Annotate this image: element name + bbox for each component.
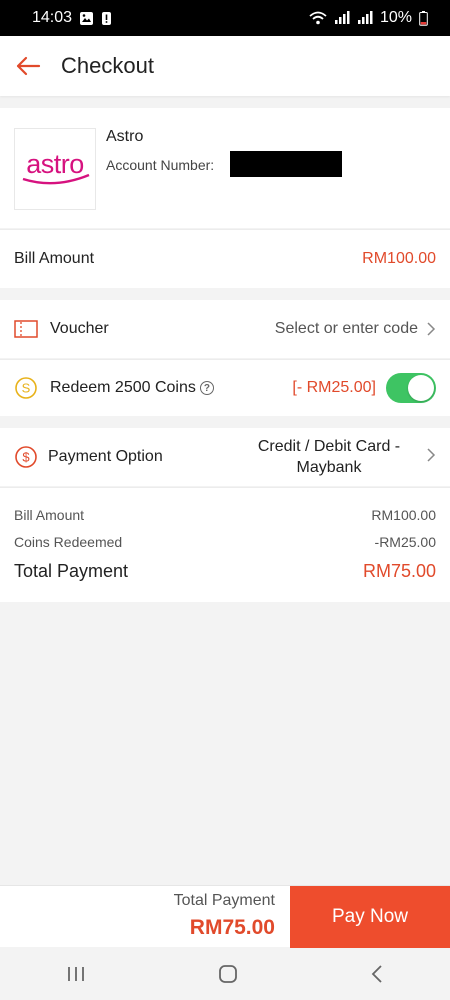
bill-amount-value: RM100.00	[362, 250, 436, 267]
coins-discount-value: [- RM25.00]	[292, 379, 376, 396]
svg-text:S: S	[22, 381, 31, 396]
payment-option-row[interactable]: $ Payment Option Credit / Debit Card - M…	[0, 428, 450, 486]
account-number-redacted	[230, 151, 342, 177]
payment-option-label: Payment Option	[48, 448, 163, 465]
status-time: 14:03	[32, 9, 73, 26]
chevron-icon	[427, 448, 436, 462]
astro-logo-text: astro	[26, 149, 84, 179]
redeem-coins-label: Redeem 2500 Coins	[50, 379, 196, 396]
summary-coins-value: -RM25.00	[374, 534, 436, 550]
payment-option-value: Credit / Debit Card - Maybank	[244, 436, 414, 478]
bill-amount-label: Bill Amount	[14, 250, 95, 267]
payment-method-line1: Credit / Debit Card -	[257, 438, 401, 455]
merchant-name: Astro	[106, 128, 144, 145]
payment-method-line2: Maybank	[296, 459, 362, 476]
pay-now-button[interactable]: Pay Now	[290, 886, 450, 948]
summary-total-label: Total Payment	[14, 561, 129, 581]
system-nav-bar	[0, 948, 450, 1000]
summary-coins-label: Coins Redeemed	[14, 534, 123, 550]
voucher-row[interactable]: Voucher Select or enter code	[0, 300, 450, 358]
battery-low-icon	[419, 10, 428, 26]
toggle-knob	[408, 375, 434, 401]
wifi-icon	[309, 11, 327, 25]
svg-text:$: $	[22, 450, 30, 465]
merchant-logo: astro	[14, 128, 96, 210]
arrow-left-icon	[16, 56, 41, 76]
home-icon[interactable]	[218, 964, 238, 984]
signal-icon	[357, 11, 373, 25]
back-button[interactable]	[0, 36, 56, 96]
voucher-icon	[14, 320, 38, 338]
recent-apps-icon[interactable]	[66, 965, 86, 983]
checkout-bottom-bar: Total Payment RM75.00 Pay Now	[0, 885, 450, 948]
summary-bill-value: RM100.00	[371, 507, 436, 523]
page-title: Checkout	[61, 53, 154, 78]
summary-bill-line: Bill Amount RM100.00	[14, 507, 436, 523]
summary-coins-line: Coins Redeemed -RM25.00	[14, 534, 436, 550]
app-header: Checkout	[0, 36, 450, 96]
dollar-circle-icon: $	[15, 446, 37, 468]
bottom-total-label: Total Payment	[173, 892, 275, 909]
alert-icon	[101, 11, 112, 26]
merchant-card: astro Astro Account Number:	[0, 108, 450, 228]
account-number-label: Account Number:	[106, 157, 215, 173]
voucher-label: Voucher	[50, 320, 109, 337]
coin-icon: S	[15, 377, 37, 399]
signal-icon	[334, 11, 350, 25]
gallery-icon	[79, 11, 94, 26]
summary-total-value: RM75.00	[362, 561, 436, 581]
status-bar: 14:03 10%	[0, 0, 450, 36]
summary-total-line: Total Payment RM75.00	[14, 561, 436, 582]
bottom-total-amount: RM75.00	[189, 916, 275, 939]
back-nav-icon[interactable]	[370, 964, 384, 984]
redeem-coins-toggle[interactable]	[386, 373, 436, 403]
chevron-right-icon	[427, 322, 436, 336]
bill-amount-row: Bill Amount RM100.00	[0, 229, 450, 288]
help-icon[interactable]: ?	[199, 381, 214, 395]
battery-percent: 10%	[379, 9, 412, 26]
summary-bill-label: Bill Amount	[14, 507, 85, 523]
redeem-coins-row: S Redeem 2500 Coins ? [- RM25.00]	[0, 359, 450, 416]
voucher-select-text: Select or enter code	[274, 320, 418, 337]
payment-summary: Bill Amount RM100.00 Coins Redeemed -RM2…	[0, 487, 450, 602]
